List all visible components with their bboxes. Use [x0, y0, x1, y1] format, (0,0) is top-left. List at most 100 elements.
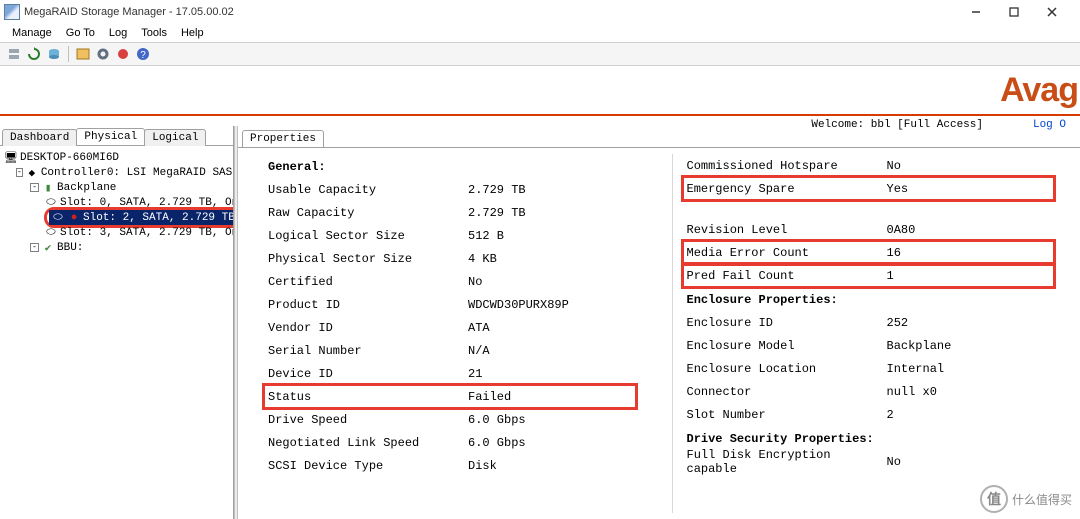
- close-button[interactable]: [1038, 3, 1066, 21]
- properties-panel: General: Usable Capacity2.729 TBRaw Capa…: [238, 148, 1080, 519]
- prop-value: 2.729 TB: [468, 206, 526, 220]
- prop-row: Logical Sector Size512 B: [268, 224, 658, 247]
- gear-icon[interactable]: [95, 46, 111, 62]
- alarm-icon[interactable]: [115, 46, 131, 62]
- watermark-icon: 值: [980, 485, 1008, 513]
- section-security: Drive Security Properties:: [687, 426, 1077, 450]
- prop-row: Emergency SpareYes: [687, 177, 1077, 200]
- prop-value: 6.0 Gbps: [468, 413, 526, 427]
- enc-prop-label: Slot Number: [687, 408, 887, 422]
- tab-physical[interactable]: Physical: [76, 128, 145, 145]
- maximize-button[interactable]: [1000, 3, 1028, 21]
- menu-log[interactable]: Log: [103, 25, 133, 41]
- prop-row: Commissioned HotspareNo: [687, 154, 1077, 177]
- failed-icon: ●: [67, 212, 81, 224]
- prop-label: Pred Fail Count: [687, 269, 887, 283]
- watermark: 值 什么值得买: [980, 485, 1072, 513]
- device-tree[interactable]: 🖥 DESKTOP-660MI6D - ◆ Controller0: LSI M…: [0, 146, 233, 519]
- expander-icon[interactable]: -: [16, 168, 23, 177]
- prop-row: Device ID21: [268, 362, 658, 385]
- prop-row: Pred Fail Count1: [687, 264, 1077, 287]
- expander-icon[interactable]: -: [30, 243, 39, 252]
- window-titlebar: MegaRAID Storage Manager - 17.05.00.02: [0, 0, 1080, 24]
- tree-backplane[interactable]: - ▮ Backplane: [2, 180, 231, 195]
- tree-label: Controller0: LSI MegaRAID SAS 9260-8i(Bu…: [41, 167, 233, 179]
- prop-value: 2.729 TB: [468, 183, 526, 197]
- prop-value: Yes: [887, 182, 909, 196]
- prop-label: Logical Sector Size: [268, 229, 468, 243]
- host-icon: 🖥: [4, 152, 18, 164]
- avago-logo: Avag: [1000, 71, 1078, 110]
- tree-label: DESKTOP-660MI6D: [20, 152, 119, 164]
- enc-prop-row: Enclosure LocationInternal: [687, 357, 1077, 380]
- prop-label: Media Error Count: [687, 246, 887, 260]
- prop-label: Physical Sector Size: [268, 252, 468, 266]
- expander-icon[interactable]: -: [30, 183, 39, 192]
- prop-value: 6.0 Gbps: [468, 436, 526, 450]
- prop-row: Usable Capacity2.729 TB: [268, 178, 658, 201]
- cylinder-icon[interactable]: [46, 46, 62, 62]
- prop-label: Raw Capacity: [268, 206, 468, 220]
- tree-label: Backplane: [57, 182, 116, 194]
- disk-icon: ⬭: [51, 212, 65, 224]
- prop-label: SCSI Device Type: [268, 459, 468, 473]
- prop-value: No: [468, 275, 482, 289]
- prop-label: Vendor ID: [268, 321, 468, 335]
- app-icon: [4, 4, 20, 20]
- menu-manage[interactable]: Manage: [6, 25, 58, 41]
- prop-value: Disk: [468, 459, 497, 473]
- bbu-ok-icon: ✔: [41, 242, 55, 254]
- prop-value: 0A80: [887, 223, 916, 237]
- prop-label: Emergency Spare: [687, 182, 887, 196]
- prop-row: Drive Speed6.0 Gbps: [268, 408, 658, 431]
- prop-value: Failed: [468, 390, 511, 404]
- right-panel: Properties General: Usable Capacity2.729…: [238, 126, 1080, 519]
- tree-host[interactable]: 🖥 DESKTOP-660MI6D: [2, 150, 231, 165]
- controller-icon: ◆: [25, 167, 39, 179]
- section-general: General:: [268, 154, 658, 178]
- enc-prop-label: Enclosure ID: [687, 316, 887, 330]
- tree-controller[interactable]: - ◆ Controller0: LSI MegaRAID SAS 9260-8…: [2, 165, 231, 180]
- prop-label: Revision Level: [687, 223, 887, 237]
- prop-row: Vendor IDATA: [268, 316, 658, 339]
- menu-help[interactable]: Help: [175, 25, 210, 41]
- enc-prop-value: Internal: [887, 362, 945, 376]
- tab-properties[interactable]: Properties: [242, 130, 324, 147]
- enc-prop-row: Enclosure ModelBackplane: [687, 334, 1077, 357]
- tree-slot-3[interactable]: ⬭ Slot: 3, SATA, 2.729 TB, Online,(512: [2, 225, 231, 240]
- enc-prop-label: Enclosure Model: [687, 339, 887, 353]
- prop-row: Media Error Count16: [687, 241, 1077, 264]
- prop-label: Drive Speed: [268, 413, 468, 427]
- tab-logical[interactable]: Logical: [144, 129, 206, 146]
- finder-icon[interactable]: [75, 46, 91, 62]
- server-icon[interactable]: [6, 46, 22, 62]
- tab-dashboard[interactable]: Dashboard: [2, 129, 77, 146]
- prop-label: Device ID: [268, 367, 468, 381]
- sec-prop-row: Full Disk Encryption capableNo: [687, 450, 1077, 473]
- prop-label: Status: [268, 390, 468, 404]
- menu-goto[interactable]: Go To: [60, 25, 101, 41]
- prop-row: Raw Capacity2.729 TB: [268, 201, 658, 224]
- disk-icon: ⬭: [44, 227, 58, 239]
- enc-prop-row: Slot Number2: [687, 403, 1077, 426]
- prop-value: WDCWD30PURX89P: [468, 298, 569, 312]
- refresh-icon[interactable]: [26, 46, 42, 62]
- minimize-button[interactable]: [962, 3, 990, 21]
- section-enclosure: Enclosure Properties:: [687, 287, 1077, 311]
- props-right-col: Commissioned HotspareNoEmergency SpareYe…: [687, 154, 1077, 513]
- prop-row: Physical Sector Size4 KB: [268, 247, 658, 270]
- prop-row: Product IDWDCWD30PURX89P: [268, 293, 658, 316]
- menu-tools[interactable]: Tools: [135, 25, 173, 41]
- prop-value: ATA: [468, 321, 490, 335]
- prop-label: Serial Number: [268, 344, 468, 358]
- enc-prop-value: 2: [887, 408, 894, 422]
- enc-prop-value: 252: [887, 316, 909, 330]
- prop-value: 16: [887, 246, 901, 260]
- tree-bbu[interactable]: - ✔ BBU:: [2, 240, 231, 255]
- help-icon[interactable]: ?: [135, 46, 151, 62]
- tree-slot-2[interactable]: ⬭ ● Slot: 2, SATA, 2.729 TB, Failed,(5: [49, 210, 233, 225]
- menu-bar: Manage Go To Log Tools Help: [0, 24, 1080, 42]
- prop-value: N/A: [468, 344, 490, 358]
- column-divider: [672, 154, 673, 513]
- toolbar: ?: [0, 42, 1080, 66]
